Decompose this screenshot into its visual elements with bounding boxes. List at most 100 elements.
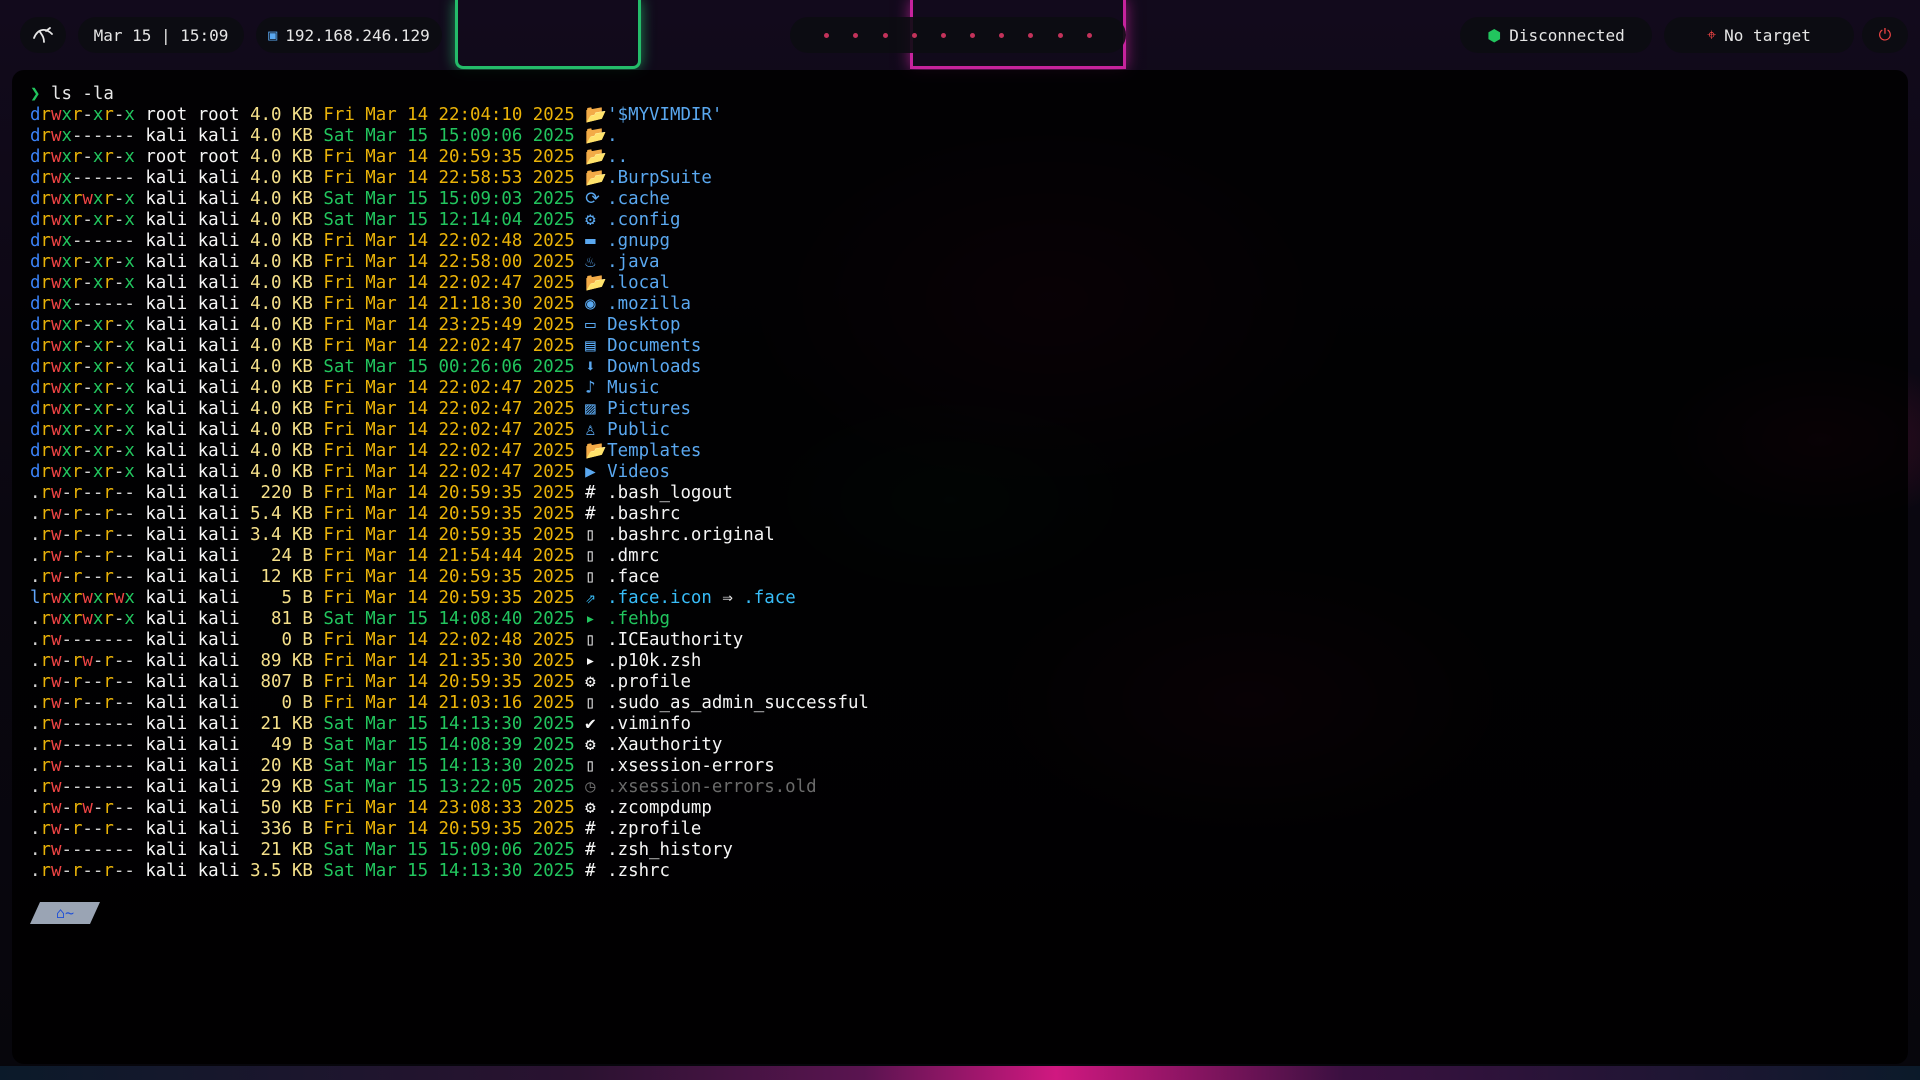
owner-name: kali	[145, 483, 188, 503]
file-name: .xsession-errors.old	[607, 777, 817, 797]
owner-name: kali	[145, 399, 188, 419]
file-name: .bashrc	[607, 504, 681, 524]
workspace-dot[interactable]	[853, 32, 859, 38]
file-size: 4.0 KB	[250, 336, 313, 356]
owner-name: kali	[145, 252, 188, 272]
workspace-switcher[interactable]	[790, 17, 1126, 53]
file-size: 4.0 KB	[250, 378, 313, 398]
crosshair-icon: ⌖	[1707, 25, 1717, 44]
file-size: 4.0 KB	[250, 315, 313, 335]
workspace-dot[interactable]	[999, 32, 1005, 38]
file-name: Music	[607, 378, 660, 398]
workspace-dot[interactable]	[970, 32, 976, 38]
file-name: .zprofile	[607, 819, 702, 839]
listing-row: .rw------- kali kali 21 KB Sat Mar 15 15…	[30, 840, 869, 861]
permissions: .rw-r--r--	[30, 819, 135, 839]
modified-date: Fri Mar 14 22:02:47 2025	[323, 378, 575, 398]
file-icon: ▯	[585, 630, 596, 650]
listing-row: drwxr-xr-x kali kali 4.0 KB Fri Mar 14 2…	[30, 462, 869, 483]
group-name: kali	[197, 210, 240, 230]
workspace-dot[interactable]	[824, 32, 830, 38]
file-name: .ICEauthority	[607, 630, 744, 650]
permissions: .rw-r--r--	[30, 861, 135, 881]
command-text: ls -la	[50, 84, 114, 104]
permissions: .rw-r--r--	[30, 546, 135, 566]
modified-date: Sat Mar 15 14:13:30 2025	[323, 756, 575, 776]
owner-name: kali	[145, 672, 188, 692]
workspace-dot[interactable]	[1057, 32, 1063, 38]
group-name: kali	[197, 672, 240, 692]
file-size: 20 KB	[250, 756, 313, 776]
workspace-dot[interactable]	[1028, 32, 1034, 38]
owner-name: kali	[145, 210, 188, 230]
top-bar: Mar 15 | 15:09 ▣ 192.168.246.129 ⬢ Disco…	[0, 10, 1920, 60]
owner-name: kali	[145, 126, 188, 146]
group-name: kali	[197, 378, 240, 398]
group-name: kali	[197, 336, 240, 356]
workspace-dot[interactable]	[940, 32, 946, 38]
listing-row: .rw-r--r-- kali kali 336 B Fri Mar 14 20…	[30, 819, 869, 840]
target-widget[interactable]: ⌖ No target	[1664, 17, 1854, 53]
listing-row: .rw-r--r-- kali kali 12 KB Fri Mar 14 20…	[30, 567, 869, 588]
listing-row: .rw-r--r-- kali kali 0 B Fri Mar 14 21:0…	[30, 693, 869, 714]
file-name: .cache	[607, 189, 670, 209]
target-text: No target	[1724, 25, 1811, 45]
listing-row: .rw-r--r-- kali kali 807 B Fri Mar 14 20…	[30, 672, 869, 693]
workspace-dot[interactable]	[1086, 32, 1092, 38]
clock[interactable]: Mar 15 | 15:09	[78, 17, 244, 53]
permissions: .rw-r--r--	[30, 693, 135, 713]
file-name: .sudo_as_admin_successful	[607, 693, 869, 713]
permissions: drwxr-xr-x	[30, 420, 135, 440]
ip-address-widget[interactable]: ▣ 192.168.246.129	[256, 17, 442, 53]
owner-name: kali	[145, 651, 188, 671]
terminal-icon: ▸	[585, 609, 596, 629]
cwd-text: ~	[65, 904, 75, 922]
file-size: 4.0 KB	[250, 294, 313, 314]
modified-date: Fri Mar 14 22:02:48 2025	[323, 630, 575, 650]
file-size: 24 B	[250, 546, 313, 566]
modified-date: Sat Mar 15 14:13:30 2025	[323, 861, 575, 881]
owner-name: kali	[145, 630, 188, 650]
group-name: kali	[197, 609, 240, 629]
link-target: .face	[743, 588, 796, 608]
workspace-dot[interactable]	[911, 32, 917, 38]
vpn-status[interactable]: ⬢ Disconnected	[1460, 17, 1652, 53]
video-icon: ▶	[585, 462, 596, 482]
group-name: kali	[197, 399, 240, 419]
vpn-status-text: Disconnected	[1509, 25, 1625, 45]
file-name: .bashrc.original	[607, 525, 775, 545]
permissions: .rw-r--r--	[30, 672, 135, 692]
owner-name: root	[145, 105, 188, 125]
file-icon: ▯	[585, 693, 596, 713]
group-name: kali	[197, 126, 240, 146]
group-name: kali	[197, 462, 240, 482]
listing-row: drwx------ kali kali 4.0 KB Sat Mar 15 1…	[30, 126, 869, 147]
owner-name: kali	[145, 378, 188, 398]
file-name: ..	[607, 147, 629, 167]
file-name: .	[607, 126, 618, 146]
workspace-dot[interactable]	[882, 32, 888, 38]
prompt-arrow: ❯	[30, 84, 41, 104]
modified-date: Sat Mar 15 12:14:04 2025	[323, 210, 575, 230]
listing-row: drwx------ kali kali 4.0 KB Fri Mar 14 2…	[30, 231, 869, 252]
listing-row: .rw------- kali kali 29 KB Sat Mar 15 13…	[30, 777, 869, 798]
shell-icon: #	[585, 504, 596, 524]
listing-row: .rw-r--r-- kali kali 24 B Fri Mar 14 21:…	[30, 546, 869, 567]
group-name: kali	[197, 588, 240, 608]
file-name: .xsession-errors	[607, 756, 775, 776]
listing-row: .rw-rw-r-- kali kali 89 KB Fri Mar 14 21…	[30, 651, 869, 672]
file-size: 4.0 KB	[250, 420, 313, 440]
shell-icon: #	[585, 840, 596, 860]
power-icon[interactable]: ⏻	[1862, 17, 1908, 53]
group-name: kali	[197, 630, 240, 650]
listing-row: drwxrwxr-x kali kali 4.0 KB Sat Mar 15 1…	[30, 189, 869, 210]
owner-name: kali	[145, 168, 188, 188]
listing-row: drwxr-xr-x kali kali 4.0 KB Fri Mar 14 2…	[30, 336, 869, 357]
group-name: kali	[197, 483, 240, 503]
modified-date: Fri Mar 14 22:58:00 2025	[323, 252, 575, 272]
pictures-folder-icon: ▨	[585, 399, 596, 419]
owner-name: kali	[145, 693, 188, 713]
file-size: 21 KB	[250, 714, 313, 734]
kali-dragon-icon[interactable]	[20, 17, 66, 53]
group-name: kali	[197, 567, 240, 587]
